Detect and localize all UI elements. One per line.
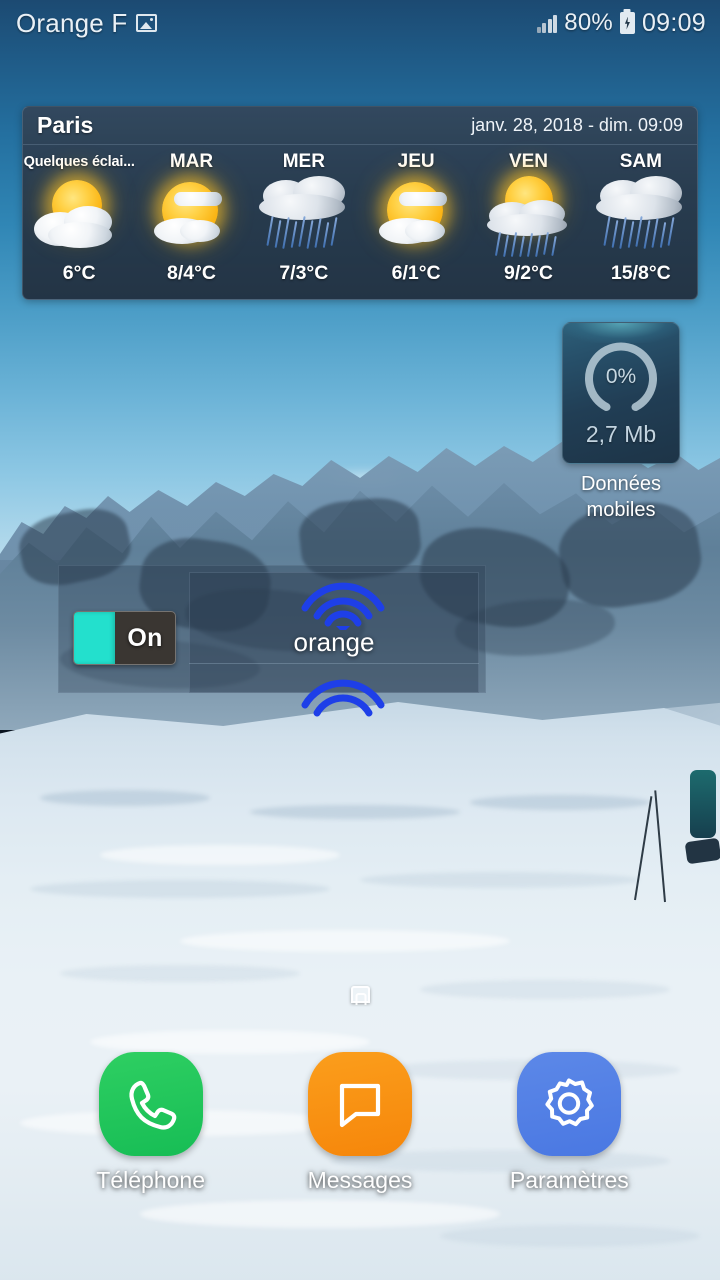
- dock-app-messages[interactable]: Messages: [280, 1052, 440, 1194]
- weather-city: Paris: [37, 112, 94, 138]
- data-usage-amount: 2,7 Mb: [585, 421, 657, 447]
- wifi-widget-divider: [189, 663, 479, 664]
- dock-app-phone[interactable]: Téléphone: [71, 1052, 231, 1194]
- dock-app-label: Paramètres: [509, 1167, 629, 1193]
- dock-app-settings[interactable]: Paramètres: [489, 1052, 649, 1194]
- snow-texture: [420, 980, 670, 999]
- wifi-icon: [295, 675, 391, 727]
- battery-charging-icon: [619, 12, 635, 34]
- battery-percent: 80%: [564, 9, 613, 36]
- wifi-toggle-switch[interactable]: On: [73, 611, 176, 665]
- weather-day-label: SAM: [619, 151, 662, 172]
- status-clock: 09:09: [641, 8, 706, 37]
- weather-day-label: VEN: [508, 151, 549, 172]
- message-icon[interactable]: [307, 1052, 412, 1156]
- carrier-name: Orange F: [16, 7, 128, 38]
- weather-day-column[interactable]: SAM 15/8°C: [585, 145, 697, 299]
- sun-cloud-icon: [24, 174, 134, 262]
- image-icon: [136, 14, 158, 32]
- home-screen: Orange F 80% 09:09 Paris janv. 28, 2018 …: [0, 0, 720, 1280]
- weather-day-label: MER: [282, 151, 325, 172]
- phone-icon[interactable]: [98, 1052, 203, 1156]
- sun-cloud-icon: [136, 174, 246, 262]
- snow-texture: [250, 805, 460, 819]
- snow-texture: [470, 795, 650, 810]
- weather-day-label: MAR: [169, 151, 214, 172]
- weather-day-column[interactable]: MAR 8/4°C: [135, 145, 247, 299]
- mobile-data-card[interactable]: 0% 2,7 Mb: [562, 322, 680, 464]
- skier-figure: [690, 770, 716, 838]
- wifi-ssid: orange: [293, 627, 375, 657]
- weather-temp: 6°C: [62, 262, 96, 284]
- weather-day-column[interactable]: JEU 6/1°C: [360, 145, 472, 299]
- cloud-rain-icon: [249, 174, 359, 262]
- weather-temp: 8/4°C: [166, 262, 216, 284]
- mobile-data-label-line1: Données: [580, 473, 662, 495]
- snow-texture: [40, 790, 210, 806]
- wifi-widget[interactable]: orange On: [58, 565, 486, 717]
- weather-condition: Quelques éclai...: [23, 154, 135, 170]
- mobile-data-label: Données mobiles: [562, 471, 680, 523]
- weather-datetime: janv. 28, 2018 - dim. 09:09: [471, 115, 683, 135]
- status-bar[interactable]: Orange F 80% 09:09: [0, 0, 720, 46]
- mobile-data-widget[interactable]: 0% 2,7 Mb Données mobiles: [562, 322, 680, 523]
- sun-cloud-rain-icon: [473, 174, 583, 262]
- weather-day-column[interactable]: Quelques éclai... 6°C: [23, 145, 135, 299]
- snow-texture: [30, 880, 330, 898]
- wifi-icon: [295, 578, 391, 633]
- gear-icon[interactable]: [517, 1052, 622, 1156]
- snow-texture: [360, 872, 640, 888]
- weather-widget[interactable]: Paris janv. 28, 2018 - dim. 09:09 Quelqu…: [22, 106, 698, 300]
- dock-app-label: Téléphone: [96, 1167, 205, 1193]
- weather-temp: 15/8°C: [610, 262, 671, 284]
- weather-temp: 7/3°C: [279, 262, 329, 284]
- snow-texture: [60, 965, 300, 982]
- skier-figure: [684, 837, 720, 865]
- app-dock: Téléphone Messages Paramètres: [0, 1052, 720, 1222]
- cloud-rain-icon: [586, 174, 696, 262]
- home-page-indicator-icon[interactable]: [351, 986, 370, 1003]
- weather-day-label: JEU: [397, 151, 435, 172]
- sun-cloud-icon: [361, 174, 471, 262]
- weather-day-column[interactable]: MER 7/3°C: [248, 145, 360, 299]
- weather-day-column[interactable]: VEN 9/2°C: [472, 145, 584, 299]
- status-bar-left: Orange F: [16, 7, 158, 39]
- weather-forecast-row: Quelques éclai... 6°C MAR 8/4°C MER 7/3°…: [23, 145, 697, 299]
- wifi-toggle-knob: [74, 612, 115, 664]
- weather-header: Paris janv. 28, 2018 - dim. 09:09: [23, 107, 697, 145]
- snow-texture: [90, 1030, 370, 1054]
- mobile-data-label-line2: mobiles: [586, 499, 656, 521]
- wifi-toggle-label: On: [127, 623, 163, 652]
- snow-texture: [180, 930, 510, 952]
- snow-texture: [440, 1225, 700, 1247]
- signal-bars-icon: [536, 14, 558, 33]
- dock-app-label: Messages: [307, 1167, 413, 1193]
- status-bar-right: 80% 09:09: [536, 8, 706, 38]
- weather-temp: 6/1°C: [391, 262, 441, 284]
- snow-texture: [100, 845, 340, 865]
- weather-temp: 9/2°C: [503, 262, 553, 284]
- data-usage-percent: 0%: [605, 365, 637, 388]
